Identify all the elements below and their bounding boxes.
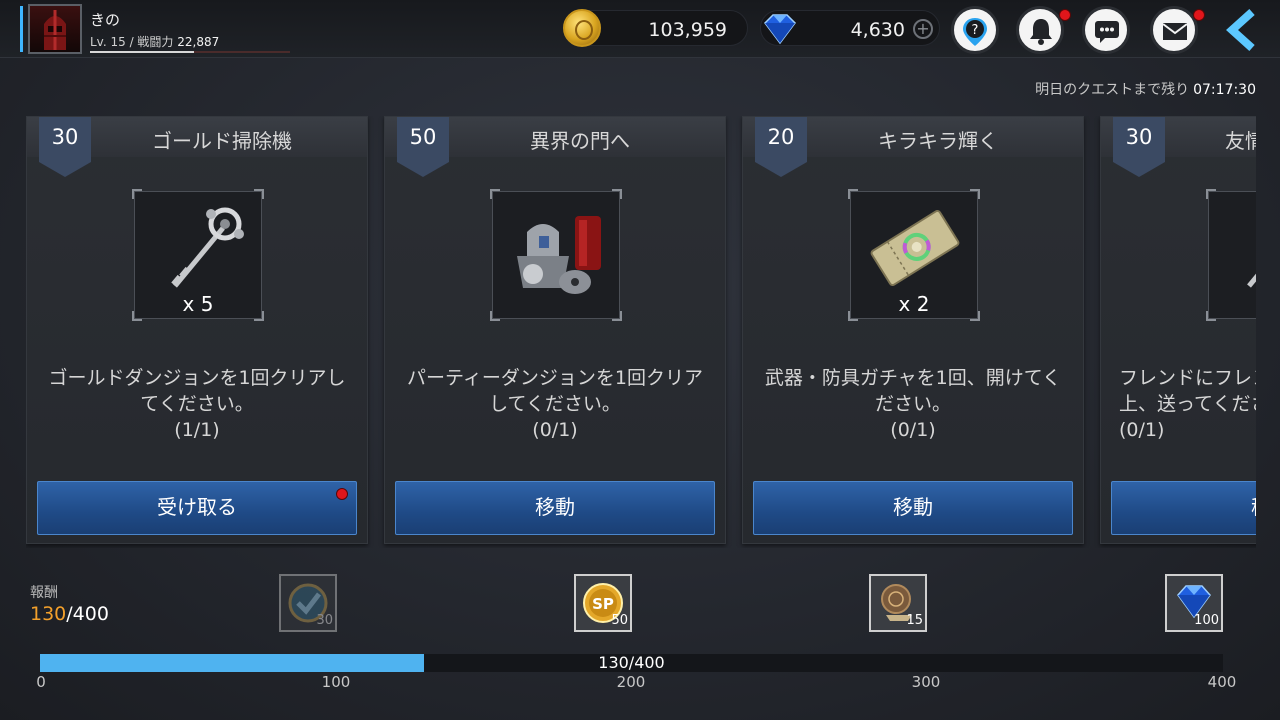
milestone-reward[interactable]: SP 50 — [574, 574, 632, 632]
quest-progress: (0/1) — [1119, 419, 1165, 441]
quest-progress: (0/1) — [890, 419, 936, 441]
quest-description: ゴールドダンジョンを1回クリアしてください。 (1/1) — [41, 365, 353, 443]
mail-button[interactable] — [1150, 6, 1205, 54]
go-button[interactable]: 移動 — [1111, 481, 1256, 535]
gem-icon — [764, 14, 796, 45]
claim-button[interactable]: 受け取る — [37, 481, 357, 535]
milestone-reward[interactable]: 15 — [869, 574, 927, 632]
timer-value: 07:17:30 — [1193, 82, 1256, 98]
key-icon — [171, 207, 244, 288]
reward-quantity: x 5 — [182, 292, 214, 316]
back-button[interactable] — [1222, 8, 1266, 52]
progress-tick: 200 — [616, 673, 646, 691]
helmet-icon — [44, 10, 66, 50]
quest-card: 30 友情 フレンドにフレンドポイントを10回以上、送ってください。 (0/1)… — [1100, 116, 1256, 544]
timer-label: 明日のクエストまで残り — [1035, 82, 1190, 98]
quest-list[interactable]: 30 ゴールド掃除機 x 5 ゴールドダンジョンを1回クリアしてください。 (1… — [26, 116, 1256, 548]
help-button[interactable]: ? — [951, 6, 999, 54]
quest-title: ゴールド掃除機 — [152, 129, 292, 153]
gold-counter[interactable]: 103,959 — [563, 9, 748, 47]
reward-item-frame[interactable]: x 2 — [848, 189, 980, 321]
add-gems-icon[interactable]: + — [913, 19, 933, 39]
armor-set-icon — [517, 216, 601, 294]
notification-dot — [1059, 9, 1071, 21]
gem-amount: 4,630 — [850, 19, 905, 41]
quest-points-badge: 30 — [39, 117, 91, 177]
milestone-reward[interactable]: 100 — [1165, 574, 1223, 632]
progress-tick: 100 — [321, 673, 351, 691]
quest-description: フレンドにフレンドポイントを10回以上、送ってください。 (0/1) — [1119, 365, 1256, 443]
avatar[interactable] — [28, 4, 82, 54]
quest-card: 30 ゴールド掃除機 x 5 ゴールドダンジョンを1回クリアしてください。 (1… — [26, 116, 368, 544]
quest-card: 20 キラキラ輝く x 2 武器・防具ガチャを1回、開けてください。 (0/1)… — [742, 116, 1084, 544]
quest-card: 50 異界の門へ パーティーダンジョンを1回クリアしてください。 (0/1) 移… — [384, 116, 726, 544]
svg-text:?: ? — [972, 23, 979, 38]
chat-button[interactable] — [1082, 6, 1130, 54]
chat-icon — [1095, 21, 1119, 43]
quest-points-badge: 20 — [755, 117, 807, 177]
quest-points-badge: 30 — [1113, 117, 1165, 177]
quest-progress: (0/1) — [532, 419, 578, 441]
quest-points-badge: 50 — [397, 117, 449, 177]
reward-progress-text: 130/400 — [598, 653, 665, 672]
reward-points: 130/400 — [30, 603, 109, 625]
mail-notification-dot — [1193, 9, 1205, 21]
reward-quantity: x 2 — [898, 292, 930, 316]
key-icon — [1247, 273, 1256, 288]
notifications-button[interactable] — [1016, 6, 1071, 54]
milestone-reward[interactable]: 30 — [279, 574, 337, 632]
reward-progress-bar: 130/400 — [40, 654, 1223, 672]
bell-icon — [1030, 19, 1052, 45]
back-arrow-icon — [1226, 9, 1255, 51]
reward-item-frame[interactable]: x 5 — [132, 189, 264, 321]
player-name: きの — [90, 11, 121, 29]
quest-description: パーティーダンジョンを1回クリアしてください。 (0/1) — [399, 365, 711, 443]
player-stats: Lv. 15 / 戦闘力 22,887 — [90, 33, 219, 50]
xp-bar — [90, 51, 290, 53]
gem-counter[interactable]: 4,630 + — [760, 10, 940, 46]
ticket-icon — [870, 209, 960, 287]
quest-reset-timer: 明日のクエストまで残り 07:17:30 — [1035, 79, 1256, 99]
go-button[interactable]: 移動 — [395, 481, 715, 535]
progress-tick: 300 — [911, 673, 941, 691]
claim-notification-dot — [336, 488, 348, 500]
quest-progress: (1/1) — [174, 419, 220, 441]
gold-amount: 103,959 — [648, 19, 727, 41]
top-bar: きの Lv. 15 / 戦闘力 22,887 103,959 4,630 + ? — [0, 0, 1280, 58]
progress-tick: 400 — [1207, 673, 1237, 691]
level-label: Lv. 15 / 戦闘力 — [90, 35, 174, 49]
quest-description: 武器・防具ガチャを1回、開けてください。 (0/1) — [757, 365, 1069, 443]
accent-strip — [20, 6, 23, 52]
quest-title: 友情 — [1225, 129, 1256, 153]
mail-icon — [1162, 23, 1188, 40]
help-icon: ? — [963, 18, 987, 46]
go-button[interactable]: 移動 — [753, 481, 1073, 535]
gold-coin-icon — [563, 9, 601, 47]
reward-item-frame[interactable] — [490, 189, 622, 321]
reward-label: 報酬 — [30, 585, 58, 601]
quest-title: キラキラ輝く — [878, 129, 998, 153]
combat-power: 22,887 — [177, 35, 220, 49]
svg-text:SP: SP — [592, 595, 614, 613]
quest-title: 異界の門へ — [530, 129, 630, 153]
progress-tick: 0 — [36, 673, 46, 691]
reward-item-frame[interactable] — [1206, 189, 1256, 321]
